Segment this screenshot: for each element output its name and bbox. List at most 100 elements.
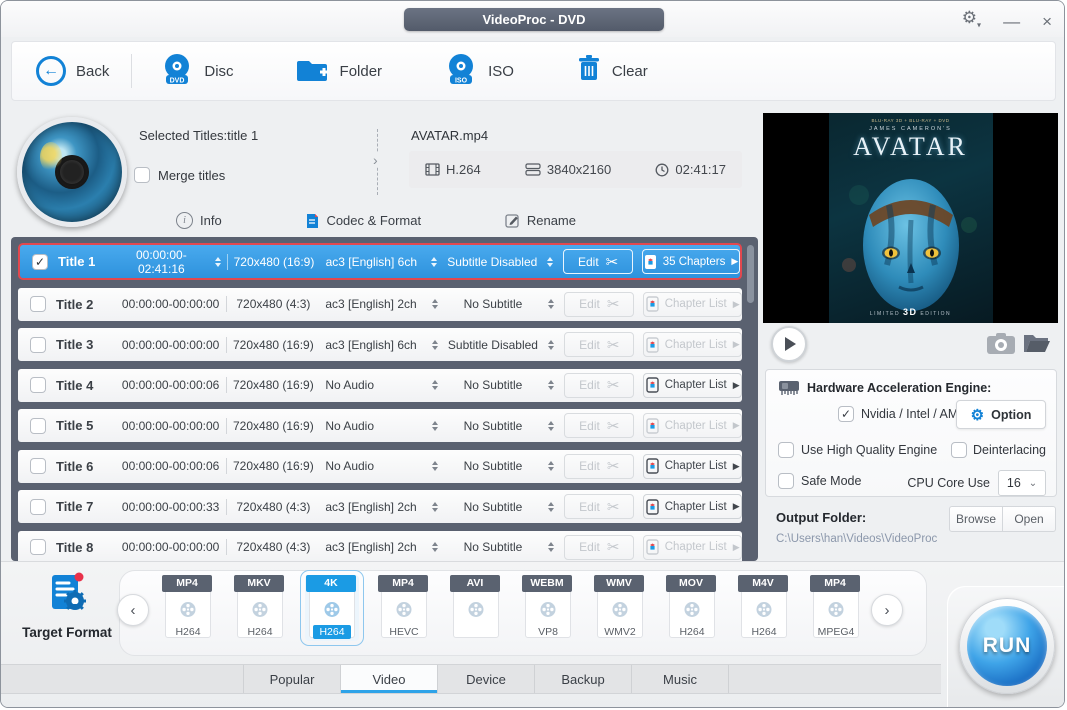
spinner-icon[interactable] <box>432 502 438 512</box>
settings-gear-icon[interactable]: ⚙▾ <box>962 7 981 36</box>
subtitle-select[interactable]: No Subtitle <box>444 540 543 554</box>
checkbox-checked-icon[interactable]: ✓ <box>838 406 854 422</box>
chapter-list-button[interactable]: Chapter List▶ <box>643 292 742 317</box>
disc-button[interactable]: DVD Disc <box>160 53 233 89</box>
audio-select[interactable]: No Audio <box>319 378 425 392</box>
edit-button[interactable]: Edit✂ <box>564 454 634 479</box>
format-card[interactable]: AVI <box>449 575 503 641</box>
close-button[interactable]: × <box>1042 11 1052 33</box>
format-card[interactable]: WEBMVP8 <box>521 575 575 641</box>
audio-select[interactable]: ac3 [English] 2ch <box>319 540 425 554</box>
subtitle-select[interactable]: No Subtitle <box>444 297 543 311</box>
format-tab-backup[interactable]: Backup <box>535 665 632 693</box>
title-row[interactable]: Title 200:00:00-00:00:00720x480 (4:3)ac3… <box>18 288 742 321</box>
chapter-list-button[interactable]: Chapter List▶ <box>643 332 742 357</box>
tab-codec-format[interactable]: Codec & Format <box>305 212 421 229</box>
subtitle-select[interactable]: No Subtitle <box>444 459 543 473</box>
snapshot-camera-icon[interactable] <box>986 333 1016 360</box>
checkbox-icon[interactable] <box>778 473 794 489</box>
run-button-face[interactable]: RUN <box>967 606 1047 686</box>
checkbox-icon[interactable] <box>951 442 967 458</box>
chapter-list-button[interactable]: Chapter List▶ <box>643 454 742 479</box>
target-format-block[interactable]: Target Format <box>19 570 115 640</box>
title-row[interactable]: Title 500:00:00-00:00:00720x480 (16:9)No… <box>18 409 742 442</box>
format-card[interactable]: 4KH264 <box>305 575 359 641</box>
subtitle-select[interactable]: Subtitle Disabled <box>444 338 543 352</box>
spinner-icon[interactable] <box>432 380 438 390</box>
spinner-icon[interactable] <box>548 542 554 552</box>
title-checkbox[interactable] <box>30 337 46 353</box>
title-row[interactable]: ✓Title 100:00:00-02:41:16720x480 (16:9)a… <box>18 243 742 280</box>
title-checkbox[interactable] <box>30 539 46 555</box>
checkbox-icon[interactable] <box>778 442 794 458</box>
option-button[interactable]: ⚙ Option <box>956 400 1046 429</box>
chapter-list-button[interactable]: 35 Chapters▶ <box>642 249 740 274</box>
tab-rename[interactable]: Rename <box>505 212 576 229</box>
spinner-icon[interactable] <box>548 380 554 390</box>
cpu-core-select[interactable]: 16⌄ <box>998 470 1046 496</box>
spinner-icon[interactable] <box>432 340 438 350</box>
subtitle-select[interactable]: No Subtitle <box>444 500 543 514</box>
tab-info[interactable]: i Info <box>176 212 222 229</box>
format-card[interactable]: MOVH264 <box>665 575 719 641</box>
chapter-list-button[interactable]: Chapter List▶ <box>643 413 742 438</box>
format-tab-video[interactable]: Video <box>341 665 438 693</box>
title-row[interactable]: Title 700:00:00-00:00:33720x480 (4:3)ac3… <box>18 490 742 523</box>
spinner-icon[interactable] <box>547 257 553 267</box>
chapter-list-button[interactable]: Chapter List▶ <box>643 494 742 519</box>
scroll-formats-right-button[interactable]: › <box>871 594 903 626</box>
format-card[interactable]: MP4MPEG4 <box>809 575 863 641</box>
audio-select[interactable]: ac3 [English] 6ch <box>319 338 425 352</box>
edit-button[interactable]: Edit✂ <box>564 292 634 317</box>
title-checkbox[interactable] <box>30 377 46 393</box>
format-card[interactable]: MP4HEVC <box>377 575 431 641</box>
format-card[interactable]: WMVWMV2 <box>593 575 647 641</box>
edit-button[interactable]: Edit✂ <box>564 373 634 398</box>
audio-select[interactable]: ac3 [English] 6ch <box>320 255 426 269</box>
edit-button[interactable]: Edit✂ <box>564 413 634 438</box>
edit-button[interactable]: Edit✂ <box>564 494 634 519</box>
back-button[interactable]: ← Back <box>36 56 109 86</box>
gpu-checkbox[interactable]: ✓ Nvidia / Intel / AMD <box>838 406 967 422</box>
edit-button[interactable]: Edit✂ <box>563 249 633 274</box>
audio-select[interactable]: No Audio <box>319 459 425 473</box>
open-folder-icon[interactable] <box>1022 331 1052 360</box>
play-button[interactable] <box>771 326 807 362</box>
edit-button[interactable]: Edit✂ <box>564 535 634 560</box>
title-checkbox[interactable] <box>30 418 46 434</box>
chapter-list-button[interactable]: Chapter List▶ <box>643 373 742 398</box>
spinner-icon[interactable] <box>548 461 554 471</box>
spinner-icon[interactable] <box>215 257 221 267</box>
checkbox-icon[interactable] <box>134 167 150 183</box>
high-quality-checkbox[interactable]: Use High Quality Engine <box>778 442 937 458</box>
spinner-icon[interactable] <box>548 299 554 309</box>
merge-titles-checkbox[interactable]: Merge titles <box>134 167 225 183</box>
subtitle-select[interactable]: Subtitle Disabled <box>443 255 541 269</box>
spinner-icon[interactable] <box>431 257 437 267</box>
audio-select[interactable]: ac3 [English] 2ch <box>319 500 425 514</box>
browse-button[interactable]: Browse <box>949 506 1003 532</box>
run-button[interactable]: RUN <box>959 598 1055 694</box>
title-row[interactable]: Title 400:00:00-00:00:06720x480 (16:9)No… <box>18 369 742 402</box>
title-checkbox[interactable] <box>30 296 46 312</box>
title-row[interactable]: Title 600:00:00-00:00:06720x480 (16:9)No… <box>18 450 742 483</box>
scroll-formats-left-button[interactable]: ‹ <box>117 594 149 626</box>
deinterlacing-checkbox[interactable]: Deinterlacing <box>951 442 1046 458</box>
spinner-icon[interactable] <box>432 542 438 552</box>
edit-button[interactable]: Edit✂ <box>564 332 634 357</box>
format-card[interactable]: MKVH264 <box>233 575 287 641</box>
subtitle-select[interactable]: No Subtitle <box>444 419 543 433</box>
format-card[interactable]: MP4H264 <box>161 575 215 641</box>
spinner-icon[interactable] <box>432 421 438 431</box>
spinner-icon[interactable] <box>548 421 554 431</box>
format-tab-popular[interactable]: Popular <box>244 665 341 693</box>
title-row[interactable]: Title 300:00:00-00:00:00720x480 (16:9)ac… <box>18 328 742 361</box>
format-tab-music[interactable]: Music <box>632 665 729 693</box>
audio-select[interactable]: No Audio <box>319 419 425 433</box>
format-tab-device[interactable]: Device <box>438 665 535 693</box>
spinner-icon[interactable] <box>548 502 554 512</box>
scrollbar-thumb[interactable] <box>747 245 754 303</box>
minimize-button[interactable]: — <box>1003 11 1020 33</box>
title-checkbox[interactable] <box>30 499 46 515</box>
spinner-icon[interactable] <box>548 340 554 350</box>
